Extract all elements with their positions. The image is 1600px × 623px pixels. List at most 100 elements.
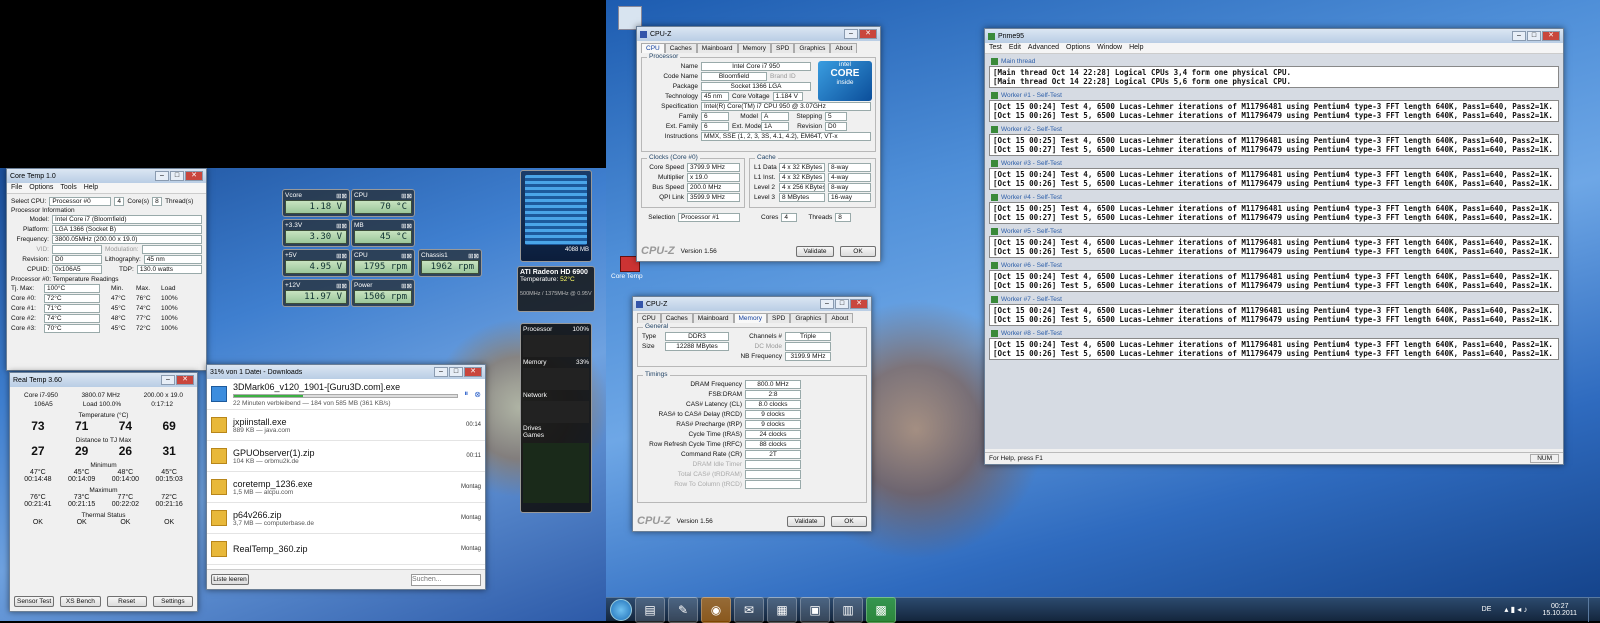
download-item[interactable]: GPUObserver(1).zip 104 KB — orbmu2k.de 00:…	[207, 441, 485, 472]
brandid-label: Brand ID	[770, 73, 796, 80]
reset-button[interactable]: Reset	[106, 596, 147, 607]
tab-cpu[interactable]: CPU	[637, 313, 661, 323]
download-item[interactable]: RealTemp_360.zip Montag	[207, 534, 485, 565]
core-temp: 71°C	[44, 304, 100, 313]
menu-options[interactable]: Options	[1066, 44, 1090, 52]
platform-value: LGA 1366 (Socket B)	[52, 225, 202, 234]
tdp-value: 130.0 watts	[136, 265, 202, 274]
minimize-button[interactable]: –	[844, 29, 858, 39]
download-search-input[interactable]	[411, 573, 481, 586]
close-button[interactable]: ✕	[1542, 31, 1560, 41]
download-item[interactable]: coretemp_1236.exe 1,5 MB — alcpu.com Monta…	[207, 472, 485, 503]
sensor-test-button[interactable]: Sensor Test	[14, 596, 55, 607]
tools-taskbar-icon[interactable]: ✎	[668, 596, 698, 623]
corespeed-value: 3799.9 MHz	[687, 163, 740, 172]
menu-file[interactable]: File	[11, 184, 22, 192]
coretemp-taskbar-icon[interactable]: ▥	[833, 596, 863, 623]
start-button[interactable]	[610, 598, 632, 621]
download-item[interactable]: jxpiinstall.exe 889 KB — java.com 00:14	[207, 410, 485, 441]
menu-test[interactable]: Test	[989, 44, 1002, 52]
download-item[interactable]: p64v266.zip 3,7 MB — computerbase.de Monta…	[207, 503, 485, 534]
app-taskbar-icon[interactable]: ▦	[767, 596, 797, 623]
ok-button[interactable]: OK	[831, 515, 867, 527]
tab-graphics[interactable]: Graphics	[794, 43, 831, 53]
xs-bench-button[interactable]: XS Bench	[60, 596, 101, 607]
thread-icon	[991, 194, 998, 201]
maximize-button[interactable]: □	[170, 171, 184, 181]
cpuz-taskbar-icon[interactable]: ▣	[800, 596, 830, 623]
close-button[interactable]: ✕	[176, 375, 194, 385]
settings-button[interactable]: Settings	[152, 596, 193, 607]
menu-tools[interactable]: Tools	[60, 184, 76, 192]
core-load: 100%	[161, 325, 178, 332]
minimize-button[interactable]: –	[155, 171, 169, 181]
cpuz-logo: CPU-Z	[637, 515, 671, 527]
tab-mainboard[interactable]: Mainboard	[692, 313, 734, 323]
thread-icon	[991, 262, 998, 269]
tab-cpu[interactable]: CPU	[641, 43, 665, 53]
selection-dropdown[interactable]: Processor #1	[678, 213, 740, 222]
log-line: [Oct 15 00:26] Test 5, 6500 Lucas-Lehmer…	[993, 247, 1553, 256]
tab-spd[interactable]: SPD	[770, 43, 795, 53]
tab-spd[interactable]: SPD	[766, 313, 791, 323]
outlook-taskbar-icon[interactable]: ✉	[734, 596, 764, 623]
language-indicator[interactable]: DE	[1482, 606, 1492, 613]
menu-window[interactable]: Window	[1097, 44, 1122, 52]
minimize-button[interactable]: –	[161, 375, 175, 385]
firefox-taskbar-icon[interactable]: ◉	[701, 596, 731, 623]
maximize-button[interactable]: □	[1527, 31, 1541, 41]
tab-about[interactable]: About	[826, 313, 854, 323]
tab-caches[interactable]: Caches	[664, 43, 697, 53]
spec-label: Specification	[661, 103, 698, 110]
explorer-taskbar-icon[interactable]: ▤	[635, 596, 665, 623]
core-load: 100%	[161, 315, 178, 322]
chassis-fan-gadget: Chassis1 ⊞⊠ 1962 rpm	[418, 249, 482, 277]
close-button[interactable]: ✕	[859, 29, 877, 39]
tab-memory[interactable]: Memory	[733, 313, 767, 323]
close-button[interactable]: ✕	[464, 367, 482, 377]
timings-group-title: Timings	[643, 371, 670, 378]
timing-label: CAS# Latency (CL)	[686, 401, 742, 408]
timing-value	[745, 460, 801, 469]
validate-button[interactable]: Validate	[787, 515, 825, 527]
tab-graphics[interactable]: Graphics	[790, 313, 827, 323]
minimize-button[interactable]: –	[820, 299, 834, 309]
core-name: Core #0:	[11, 295, 36, 302]
clock[interactable]: 00:27 15.10.2011	[1542, 603, 1577, 617]
menu-options[interactable]: Options	[29, 184, 53, 192]
minimize-button[interactable]: –	[434, 367, 448, 377]
frequency-label: Frequency:	[16, 236, 49, 243]
maximize-button[interactable]: □	[449, 367, 463, 377]
tray-icons[interactable]: ▴ ▮ ◂ ♪	[1504, 605, 1527, 614]
menu-help[interactable]: Help	[1129, 44, 1143, 52]
tab-mainboard[interactable]: Mainboard	[696, 43, 738, 53]
window-title: Prime95	[998, 32, 1025, 40]
timing-row: RAS# Precharge (tRP) 9 clocks	[642, 420, 862, 429]
timings-group: Timings DRAM Frequency 800.0 MHz FSB:DRAM 2…	[637, 371, 867, 503]
cancel-button[interactable]: ⊗	[474, 390, 481, 399]
timing-row: Total CAS# (tRDRAM)	[642, 470, 862, 479]
clear-list-button[interactable]: Liste leeren	[211, 574, 249, 585]
maximize-button[interactable]: □	[835, 299, 849, 309]
instructions-label: Instructions	[664, 133, 698, 140]
download-details: 889 KB — java.com	[233, 426, 291, 434]
ok-button[interactable]: OK	[840, 245, 876, 257]
validate-button[interactable]: Validate	[796, 245, 834, 257]
show-desktop-button[interactable]	[1588, 597, 1600, 622]
close-button[interactable]: ✕	[850, 299, 868, 309]
pause-button[interactable]: ⏸	[464, 389, 468, 399]
tab-caches[interactable]: Caches	[660, 313, 693, 323]
tab-about[interactable]: About	[830, 43, 858, 53]
prime95-taskbar-icon[interactable]: ▩	[866, 596, 896, 623]
close-button[interactable]: ✕	[185, 171, 203, 181]
cpu-select[interactable]: Processor #0	[49, 197, 112, 206]
menu-help[interactable]: Help	[84, 184, 98, 192]
l1d-value: 4 x 32 KBytes	[779, 163, 825, 172]
menu-advanced[interactable]: Advanced	[1028, 44, 1059, 52]
intel-inside-text: inside	[836, 79, 854, 86]
minimize-button[interactable]: –	[1512, 31, 1526, 41]
menu-edit[interactable]: Edit	[1009, 44, 1021, 52]
thread-icon	[991, 92, 998, 99]
tab-memory[interactable]: Memory	[737, 43, 771, 53]
download-item[interactable]: 3DMark06_v120_1901-[Guru3D.com].exe 22 Mi…	[207, 379, 485, 410]
